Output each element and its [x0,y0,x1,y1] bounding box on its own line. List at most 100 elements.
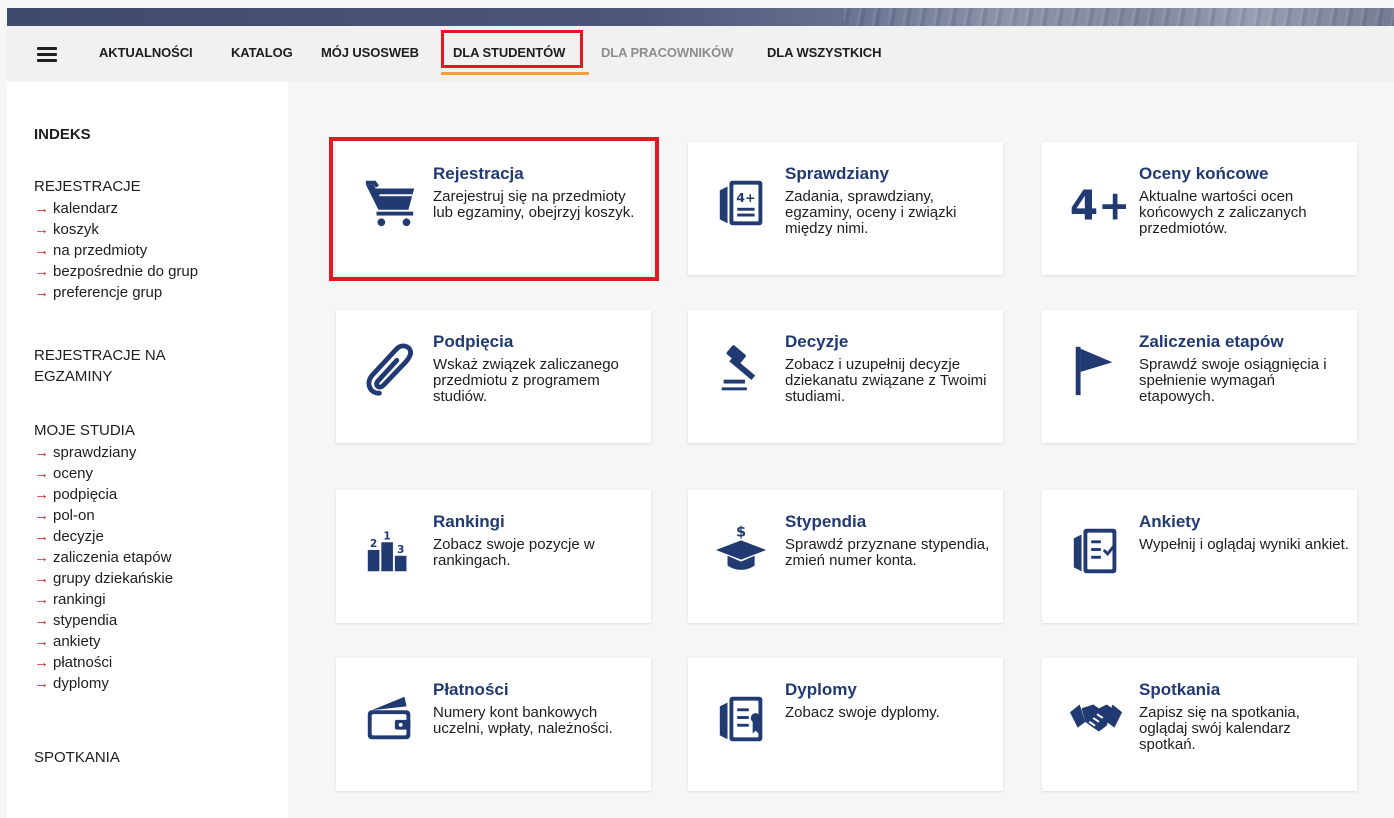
card-title: Spotkania [1139,680,1221,699]
test-sheet-icon: 4+ [714,172,772,232]
diploma-icon [714,688,772,748]
svg-text:2: 2 [370,537,377,550]
menu-icon[interactable] [37,47,57,62]
sidebar-heading-rejestracje[interactable]: REJESTRACJE [34,176,141,197]
card-description: Wypełnij i oglądaj wyniki ankiet. [1139,536,1349,553]
card-description: Zobacz i uzupełnij decyzje dziekanatu zw… [785,356,987,405]
arrow-right-icon: → [34,507,49,524]
sidebar-link[interactable]: → bezpośrednie do grup [34,261,198,282]
card-description: Aktualne wartości ocen końcowych z zalic… [1139,188,1307,237]
card-description: Zobacz swoje dyplomy. [785,704,940,721]
card-description: Wskaż związek zaliczanego przedmiotu z p… [433,356,619,405]
podium-icon: 213 [362,520,420,580]
sidebar-link[interactable]: → decyzje [34,526,104,547]
card-spotkania[interactable]: Spotkania Zapisz się na spotkania, ogląd… [1042,658,1357,791]
card-title: Decyzje [785,332,849,351]
sidebar-heading-moje-studia[interactable]: MOJE STUDIA [34,420,135,441]
svg-text:1: 1 [383,529,390,542]
sidebar-link[interactable]: → kalendarz [34,198,118,219]
card-description: Sprawdź swoje osiągnięcia i spełnienie w… [1139,356,1327,405]
arrow-right-icon: → [34,675,49,692]
active-tab-highlight [441,30,583,68]
card-platnosci[interactable]: Płatności Numery kont bankowych uczelni,… [336,658,651,791]
top-banner [7,8,1394,26]
card-sprawdziany[interactable]: 4+ Sprawdziany Zadania, sprawdziany, egz… [688,142,1003,275]
nav-moj-usosweb[interactable]: MÓJ USOSWEB [321,45,419,60]
gavel-icon [714,340,772,400]
arrow-right-icon: → [34,633,49,650]
survey-icon [1068,520,1126,580]
wallet-icon [362,688,420,748]
nav-katalog[interactable]: KATALOG [231,45,293,60]
sidebar-link[interactable]: → koszyk [34,219,99,240]
sidebar-link[interactable]: → pol-on [34,505,95,526]
card-title: Oceny końcowe [1139,164,1269,183]
card-podpiecia[interactable]: Podpięcia Wskaż związek zaliczanego prze… [336,310,651,443]
card-description: Zadania, sprawdziany, egzaminy, oceny i … [785,188,957,237]
card-oceny-koncowe[interactable]: 4+ Oceny końcowe Aktualne wartości ocen … [1042,142,1357,275]
arrow-right-icon: → [34,486,49,503]
sidebar-link[interactable]: → oceny [34,463,93,484]
card-title: Ankiety [1139,512,1201,531]
card-title: Płatności [433,680,509,699]
svg-text:3: 3 [397,543,404,556]
card-highlight-frame [329,137,659,281]
sidebar-link[interactable]: → zaliczenia etapów [34,547,171,568]
sidebar-link[interactable]: → preferencje grup [34,282,162,303]
svg-text:4+: 4+ [1070,181,1126,229]
card-title: Podpięcia [433,332,514,351]
sidebar-link[interactable]: → płatności [34,652,112,673]
arrow-right-icon: → [34,528,49,545]
sidebar-link[interactable]: → dyplomy [34,673,109,694]
nav-aktualnosci[interactable]: AKTUALNOŚCI [99,45,193,60]
sidebar-heading-indeks[interactable]: INDEKS [34,124,91,145]
sidebar-link[interactable]: → sprawdziany [34,442,136,463]
sidebar-link[interactable]: → ankiety [34,631,101,652]
card-description: Sprawdź przyznane stypendia, zmień numer… [785,536,990,569]
sidebar-heading-spotkania[interactable]: SPOTKANIA [34,747,120,768]
arrow-right-icon: → [34,612,49,629]
paperclip-icon [362,340,420,400]
sidebar-heading-rejestracje-egzaminy[interactable]: REJESTRACJE NA [34,345,166,366]
arrow-right-icon: → [34,654,49,671]
card-description: Numery kont bankowych uczelni, wpłaty, n… [433,704,613,737]
card-title: Rankingi [433,512,505,531]
card-title: Zaliczenia etapów [1139,332,1284,351]
arrow-right-icon: → [34,570,49,587]
arrow-right-icon: → [34,200,49,217]
card-zaliczenia-etapow[interactable]: Zaliczenia etapów Sprawdź swoje osiągnię… [1042,310,1357,443]
arrow-right-icon: → [34,221,49,238]
sidebar-link[interactable]: → podpięcia [34,484,117,505]
sidebar-heading-rejestracje-egzaminy[interactable]: EGZAMINY [34,366,112,387]
arrow-right-icon: → [34,242,49,259]
nav-dla-wszystkich[interactable]: DLA WSZYSTKICH [767,45,881,60]
card-dyplomy[interactable]: Dyplomy Zobacz swoje dyplomy. [688,658,1003,791]
sidebar-link[interactable]: → na przedmioty [34,240,147,261]
active-tab-underline [441,72,589,75]
handshake-icon [1068,688,1126,748]
card-stypendia[interactable]: $ Stypendia Sprawdź przyznane stypendia,… [688,490,1003,623]
svg-text:4+: 4+ [736,190,755,205]
card-title: Dyplomy [785,680,857,699]
arrow-right-icon: → [34,591,49,608]
card-description: Zobacz swoje pozycje w rankingach. [433,536,595,569]
sidebar-link[interactable]: → stypendia [34,610,117,631]
svg-text:$: $ [736,524,746,540]
arrow-right-icon: → [34,263,49,280]
card-title: Stypendia [785,512,867,531]
flag-icon [1068,340,1126,400]
arrow-right-icon: → [34,444,49,461]
sidebar: INDEKS REJESTRACJE → kalendarz → koszyk → n… [7,82,288,818]
sidebar-link[interactable]: → grupy dziekańskie [34,568,173,589]
card-description: Zapisz się na spotkania, oglądaj swój ka… [1139,704,1300,753]
card-rankingi[interactable]: 213 Rankingi Zobacz swoje pozycje w rank… [336,490,651,623]
arrow-right-icon: → [34,465,49,482]
arrow-right-icon: → [34,284,49,301]
scholarship-cap-icon: $ [714,520,772,580]
card-ankiety[interactable]: Ankiety Wypełnij i oglądaj wyniki ankiet… [1042,490,1357,623]
card-decyzje[interactable]: Decyzje Zobacz i uzupełnij decyzje dziek… [688,310,1003,443]
main-nav: AKTUALNOŚCI KATALOG MÓJ USOSWEB DLA STUD… [7,26,1394,82]
sidebar-link[interactable]: → rankingi [34,589,106,610]
grade-icon: 4+ [1068,172,1126,232]
nav-dla-pracownikow[interactable]: DLA PRACOWNIKÓW [601,45,733,60]
